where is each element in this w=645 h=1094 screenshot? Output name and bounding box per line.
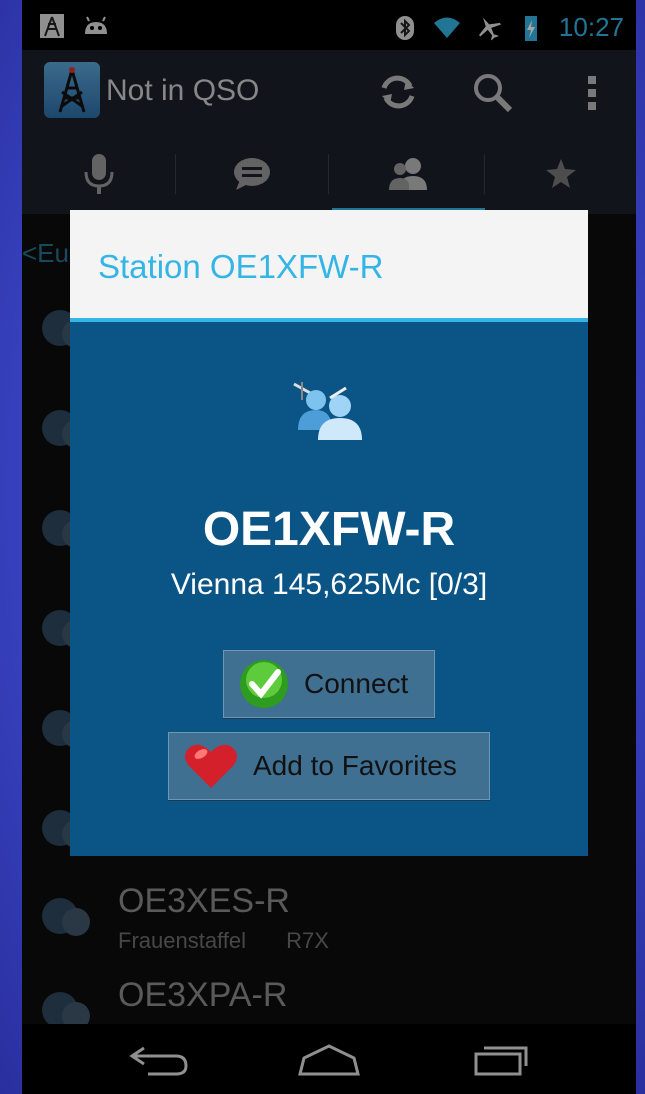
dialog-divider [70, 318, 588, 322]
app-logo[interactable] [44, 62, 100, 118]
station-details: Frauenstaffel R7X [118, 928, 363, 954]
station-icon [293, 382, 362, 440]
heart-icon [185, 744, 237, 788]
recent-apps-icon[interactable] [462, 1040, 532, 1080]
home-icon[interactable] [294, 1040, 364, 1080]
airplane-mode-icon [479, 17, 501, 40]
checkmark-icon [240, 660, 288, 708]
android-icon [85, 16, 107, 34]
tab-stations[interactable] [331, 134, 484, 214]
station-location: Frauenstaffel [118, 928, 247, 953]
chat-icon [233, 158, 270, 190]
add-to-favorites-label: Add to Favorites [253, 750, 457, 781]
users-icon [388, 158, 427, 190]
tab-chat[interactable] [175, 134, 328, 214]
battery-charging-icon [524, 15, 537, 41]
station-info: Vienna 145,625Mc [0/3] [170, 568, 488, 601]
tab-microphone[interactable] [22, 134, 175, 214]
station-dialog: Station OE1XFW-R OE1XFW-R Vienna 145,625… [70, 210, 588, 856]
station-icon [42, 898, 90, 936]
app-title: Not in QSO [106, 74, 260, 107]
list-item[interactable]: OE3XES-R Frauenstaffel R7X [22, 878, 636, 974]
radio-tower-icon [58, 67, 86, 113]
dialog-title: Station OE1XFW-R [98, 248, 384, 285]
clock: 10:27 [558, 12, 624, 42]
breadcrumb[interactable]: <Eu [22, 238, 69, 269]
phone-screen: <Eu OE3XES-R Frauenstaffel R7X OE3XPA-R … [22, 0, 636, 1094]
search-icon[interactable] [468, 68, 516, 116]
microphone-icon [84, 154, 113, 194]
station-callsign: OE1XFW-R [202, 503, 456, 556]
star-icon [545, 159, 576, 188]
refresh-icon[interactable] [374, 68, 422, 116]
station-callsign: OE3XES-R [118, 882, 290, 920]
connect-button[interactable]: Connect [223, 650, 435, 718]
back-icon[interactable] [124, 1040, 194, 1080]
overflow-menu-icon[interactable] [570, 68, 618, 116]
add-to-favorites-button[interactable]: Add to Favorites [168, 732, 490, 800]
station-callsign: OE3XPA-R [118, 976, 288, 1014]
wifi-icon [433, 17, 460, 38]
cell-tower-icon [40, 14, 64, 38]
navigation-bar [22, 1024, 636, 1094]
action-bar: Not in QSO [22, 50, 636, 134]
connect-label: Connect [304, 668, 409, 699]
tab-bar [22, 134, 636, 214]
dialog-header: Station OE1XFW-R [70, 210, 588, 318]
bluetooth-icon [395, 15, 414, 40]
tab-favorites[interactable] [484, 134, 636, 214]
station-code: R7X [286, 928, 329, 953]
